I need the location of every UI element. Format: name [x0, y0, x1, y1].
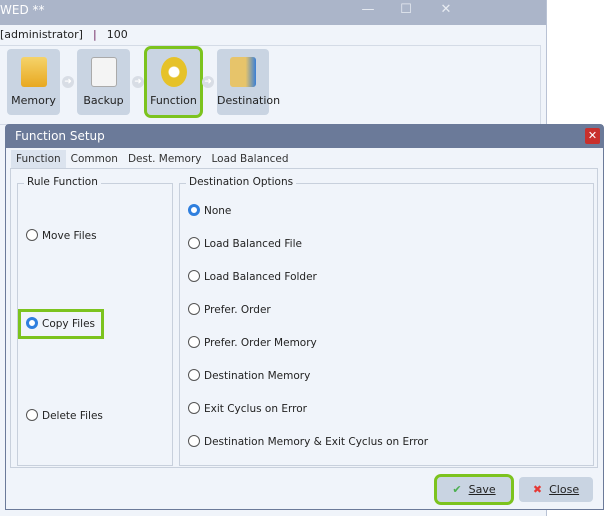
minimize-button[interactable]: — [348, 0, 388, 22]
group-title: Rule Function [24, 176, 101, 188]
background-title-bar: WED ** — ☐ ✕ [0, 0, 546, 25]
step-label: Memory [11, 94, 56, 107]
dialog-close-icon[interactable]: ✕ [585, 128, 600, 144]
step-label: Function [150, 94, 197, 107]
checkmark-icon: ✔ [452, 483, 462, 496]
step-backup[interactable]: Backup [77, 49, 130, 115]
function-setup-dialog: Function Setup ✕ Function Common Dest. Mem… [5, 124, 604, 510]
status-bar: [administrator] | 100 [0, 25, 546, 45]
x-icon: ✖ [532, 483, 543, 496]
step-label: Backup [83, 94, 124, 107]
radio-move-files[interactable]: Move Files [26, 229, 97, 243]
radio-copy-files[interactable]: Copy Files [18, 309, 104, 339]
radio-prefer-order[interactable]: Prefer. Order [188, 303, 271, 317]
arrow-right-icon: ➜ [202, 76, 214, 88]
value-label: 100 [106, 28, 128, 41]
tab-common[interactable]: Common [66, 150, 123, 168]
tab-bar: Function Common Dest. Memory Load Balanced [11, 150, 294, 168]
step-memory[interactable]: Memory [7, 49, 60, 115]
separator: | [92, 28, 97, 41]
tab-panel: Rule Function Move Files Copy Files Dele… [10, 168, 598, 468]
maximize-button[interactable]: ☐ [386, 0, 426, 22]
destination-options-group: Destination Options None Load Balanced F… [179, 176, 594, 466]
close-button[interactable]: ✖ Close [519, 477, 593, 502]
arrow-right-icon: ➜ [62, 76, 74, 88]
rule-function-group: Rule Function Move Files Copy Files Dele… [17, 176, 173, 466]
step-label: Destination [217, 94, 281, 107]
tab-load-balanced[interactable]: Load Balanced [206, 150, 293, 168]
radio-load-balanced-file[interactable]: Load Balanced File [188, 237, 302, 251]
destination-folder-icon [230, 57, 256, 87]
radio-load-balanced-folder[interactable]: Load Balanced Folder [188, 270, 317, 284]
memory-icon [20, 57, 47, 87]
user-label: [administrator] [0, 28, 83, 41]
close-window-button[interactable]: ✕ [426, 0, 466, 22]
radio-destination-memory-exit-cyclus[interactable]: Destination Memory & Exit Cyclus on Erro… [188, 435, 428, 449]
group-title: Destination Options [186, 176, 297, 188]
tab-function[interactable]: Function [11, 150, 66, 168]
window-title: WED ** [0, 3, 45, 17]
radio-exit-cyclus-on-error[interactable]: Exit Cyclus on Error [188, 402, 307, 416]
arrow-right-icon: ➜ [132, 76, 144, 88]
backup-icon [90, 57, 117, 87]
radio-prefer-order-memory[interactable]: Prefer. Order Memory [188, 336, 317, 350]
gear-icon [160, 57, 187, 87]
save-button[interactable]: ✔ Save [434, 474, 514, 505]
step-toolbar: Memory ➜ Backup ➜ Function ➜ Destination [0, 45, 541, 125]
radio-none[interactable]: None [188, 204, 231, 218]
tab-dest-memory[interactable]: Dest. Memory [123, 150, 207, 168]
dialog-title: Function Setup [6, 125, 603, 148]
step-function[interactable]: Function [144, 46, 203, 118]
step-destination[interactable]: Destination [217, 49, 281, 115]
radio-delete-files[interactable]: Delete Files [26, 409, 103, 423]
radio-destination-memory[interactable]: Destination Memory [188, 369, 310, 383]
